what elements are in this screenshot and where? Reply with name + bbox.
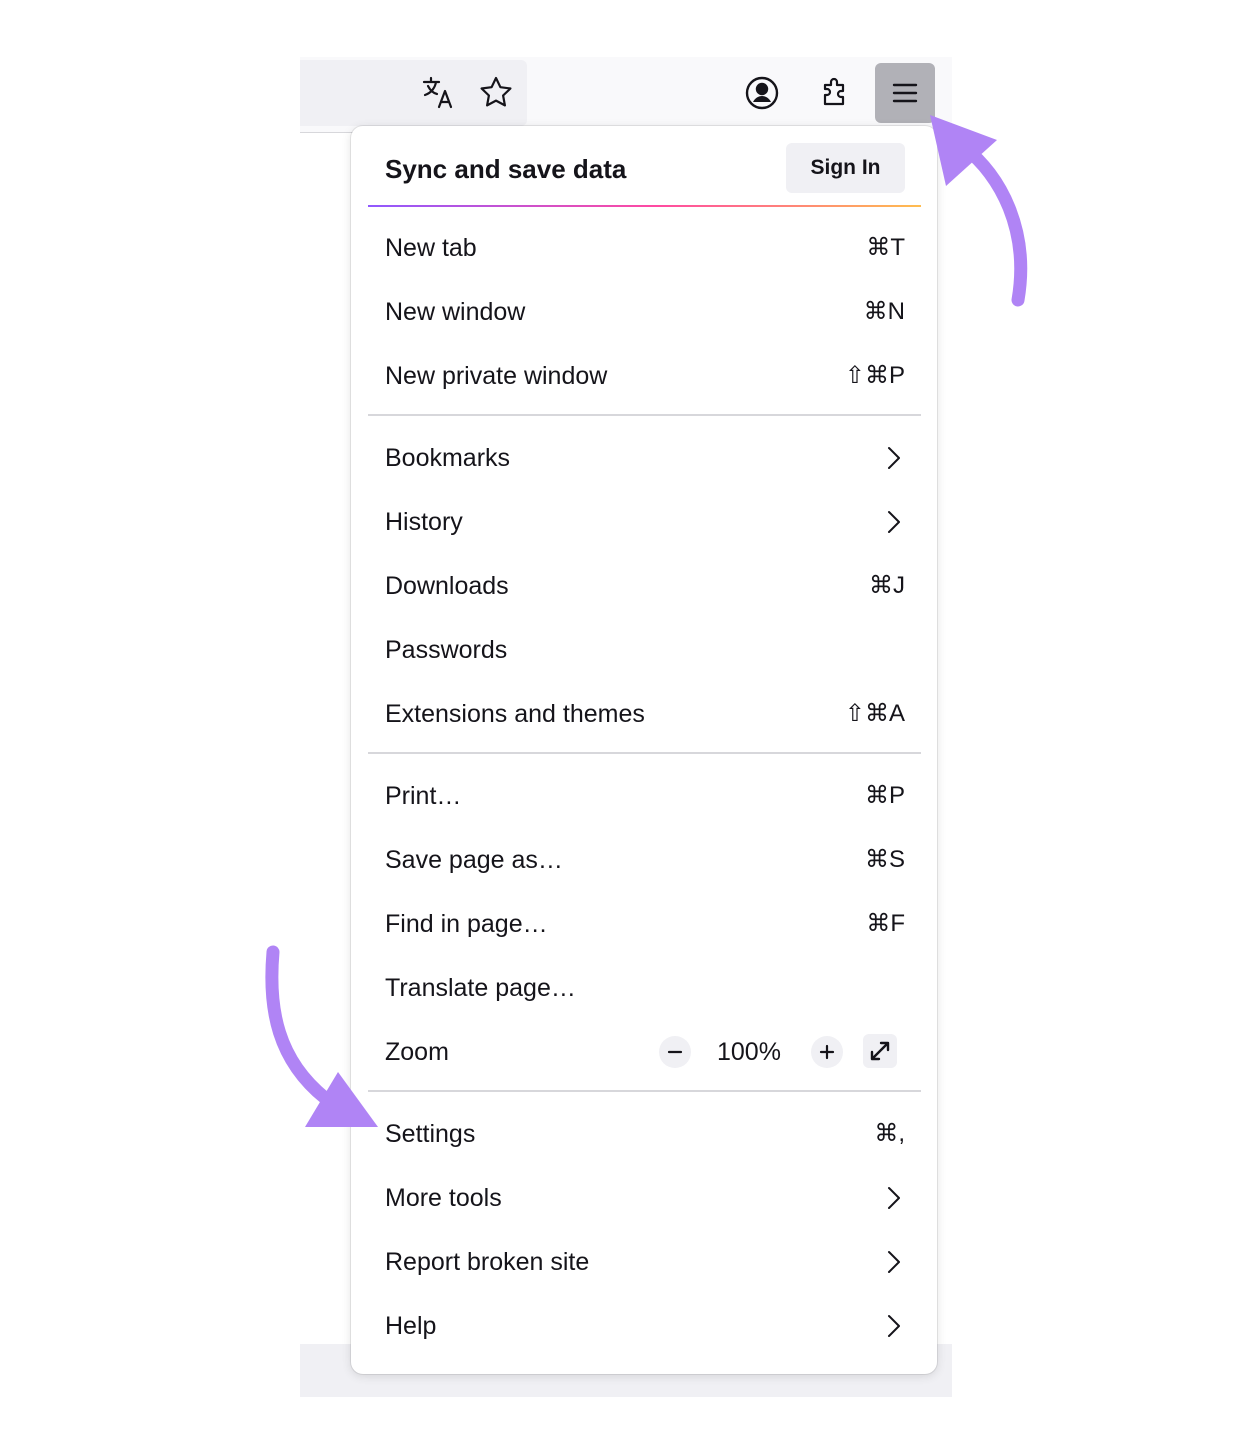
sync-title: Sync and save data: [385, 154, 627, 184]
zoom-out-button[interactable]: [659, 1036, 691, 1068]
menu-item-bookmarks[interactable]: Bookmarks: [368, 428, 921, 488]
menu-item-report-broken-site[interactable]: Report broken site: [368, 1232, 921, 1292]
menu-item-translate-page[interactable]: Translate page…: [368, 958, 921, 1018]
plus-icon: [819, 1044, 835, 1060]
menu-item-shortcut: ⇧⌘P: [844, 362, 905, 389]
menu-item-help[interactable]: Help: [368, 1296, 921, 1356]
fullscreen-button[interactable]: [863, 1034, 897, 1068]
menu-item-label: Extensions and themes: [385, 700, 645, 728]
menu-item-label: Downloads: [385, 572, 509, 600]
zoom-in-button[interactable]: [811, 1036, 843, 1068]
menu-item-label: More tools: [385, 1184, 502, 1212]
app-menu-panel: Sync and save data Sign In New tab ⌘T Ne…: [351, 126, 937, 1374]
menu-item-label: Translate page…: [385, 974, 576, 1002]
menu-item-print[interactable]: Print… ⌘P: [368, 766, 921, 826]
menu-separator: [368, 414, 921, 416]
menu-item-label: Report broken site: [385, 1248, 590, 1276]
menu-item-shortcut: ⇧⌘A: [844, 700, 905, 727]
chevron-right-icon: [888, 447, 900, 469]
menu-item-label: Bookmarks: [385, 444, 511, 472]
menu-item-settings[interactable]: Settings ⌘,: [368, 1104, 921, 1164]
menu-item-label: Passwords: [385, 636, 508, 664]
chevron-right-icon: [888, 1187, 900, 1209]
chevron-right-icon: [888, 1315, 900, 1337]
menu-item-label: New window: [385, 298, 526, 326]
account-icon[interactable]: [732, 63, 792, 123]
menu-item-extensions-and-themes[interactable]: Extensions and themes ⇧⌘A: [368, 684, 921, 744]
star-icon[interactable]: [466, 63, 526, 123]
fullscreen-icon: [870, 1041, 890, 1061]
menu-item-new-tab[interactable]: New tab ⌘T: [368, 218, 921, 278]
menu-item-label: Save page as…: [385, 846, 563, 874]
menu-item-new-window[interactable]: New window ⌘N: [368, 282, 921, 342]
menu-separator: [368, 752, 921, 754]
menu-item-label: Print…: [385, 782, 462, 810]
menu-item-label: Find in page…: [385, 910, 548, 938]
toolbar: [300, 57, 952, 132]
menu-separator: [368, 1090, 921, 1092]
menu-item-label: Settings: [385, 1120, 476, 1148]
menu-item-shortcut: ⌘P: [864, 782, 905, 809]
menu-item-label: New private window: [385, 362, 608, 390]
menu-item-zoom: Zoom 100%: [368, 1022, 921, 1082]
menu-item-label: New tab: [385, 234, 477, 262]
menu-item-find-in-page[interactable]: Find in page… ⌘F: [368, 894, 921, 954]
menu-item-label: Zoom: [385, 1038, 449, 1066]
menu-item-more-tools[interactable]: More tools: [368, 1168, 921, 1228]
menu-item-passwords[interactable]: Passwords: [368, 620, 921, 680]
sync-header: Sync and save data Sign In: [351, 126, 937, 206]
menu-item-shortcut: ⌘S: [864, 846, 905, 873]
gradient-separator: [368, 205, 921, 207]
menu-item-new-private-window[interactable]: New private window ⇧⌘P: [368, 346, 921, 406]
extensions-icon[interactable]: [805, 63, 865, 123]
hamburger-menu-button[interactable]: [875, 63, 935, 123]
translate-icon[interactable]: [409, 63, 469, 123]
menu-item-label: History: [385, 508, 463, 536]
hamburger-menu-icon: [892, 83, 918, 103]
minus-icon: [667, 1050, 683, 1054]
sign-in-button[interactable]: Sign In: [786, 143, 905, 193]
menu-item-history[interactable]: History: [368, 492, 921, 552]
menu-item-save-page-as[interactable]: Save page as… ⌘S: [368, 830, 921, 890]
menu-item-shortcut: ⌘F: [866, 910, 905, 937]
chevron-right-icon: [888, 511, 900, 533]
zoom-level[interactable]: 100%: [717, 1035, 781, 1069]
menu-item-label: Help: [385, 1312, 437, 1340]
menu-item-downloads[interactable]: Downloads ⌘J: [368, 556, 921, 616]
menu-item-shortcut: ⌘N: [863, 298, 905, 325]
menu-item-shortcut: ⌘J: [869, 572, 905, 599]
chevron-right-icon: [888, 1251, 900, 1273]
menu-item-shortcut: ⌘,: [874, 1120, 905, 1147]
menu-item-shortcut: ⌘T: [866, 234, 905, 261]
